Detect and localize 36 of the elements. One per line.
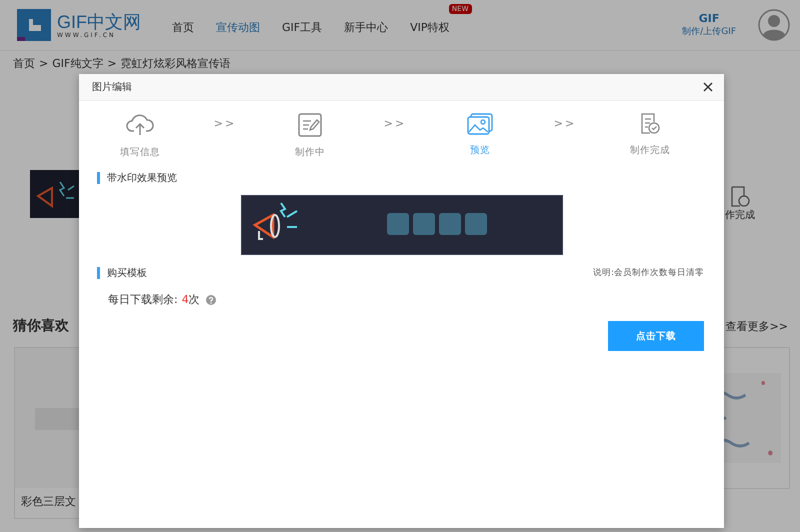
- remaining-label: 每日下载剩余:: [108, 292, 178, 307]
- breadcrumb-separator: >: [39, 57, 48, 71]
- nav-link[interactable]: VIP特权: [410, 20, 450, 34]
- nav-link[interactable]: 首页: [172, 20, 194, 34]
- logo-text: GIF中文网: [57, 12, 141, 32]
- nav-link[interactable]: GIF工具: [282, 20, 322, 34]
- remaining-unit: 次: [188, 292, 200, 307]
- close-icon[interactable]: [703, 82, 713, 92]
- nav-link[interactable]: 宣传动图: [216, 20, 260, 34]
- more-link[interactable]: 查看更多>>: [726, 318, 788, 334]
- dialog-title: 图片编辑: [92, 80, 132, 94]
- section-heading: 带水印效果预览: [107, 172, 177, 185]
- chevron-separator: >>: [552, 117, 578, 130]
- chevron-separator: >>: [212, 117, 238, 130]
- breadcrumb-separator: >: [107, 57, 117, 71]
- step-label: 作完成: [725, 208, 755, 222]
- chevron-separator: >>: [382, 117, 408, 130]
- section-heading: 购买模板: [107, 266, 147, 280]
- breadcrumb-link[interactable]: 霓虹灯炫彩风格宣传语: [120, 57, 231, 71]
- upload-title[interactable]: GIF: [698, 12, 720, 25]
- breadcrumb-link[interactable]: 首页: [13, 57, 35, 71]
- remaining-count: 4: [182, 293, 189, 306]
- step-label: 制作中: [295, 146, 325, 159]
- step-label: 制作完成: [630, 144, 670, 157]
- avatar-icon[interactable]: [758, 9, 790, 41]
- help-icon[interactable]: [206, 294, 216, 304]
- card-caption: 彩色三层文: [20, 494, 77, 510]
- section-title: 猜你喜欢: [13, 317, 69, 335]
- note-text: 说明:会员制作次数每日清零: [593, 267, 704, 279]
- nav-link[interactable]: 新手中心: [344, 20, 388, 34]
- step-label: 填写信息: [120, 146, 160, 159]
- document-check-icon: [730, 186, 750, 208]
- breadcrumb-link[interactable]: GIF纯文字: [52, 57, 104, 71]
- logo-icon: [15, 7, 53, 43]
- upload-link[interactable]: 制作/上传GIF: [682, 25, 736, 38]
- step-label: 预览: [470, 144, 490, 157]
